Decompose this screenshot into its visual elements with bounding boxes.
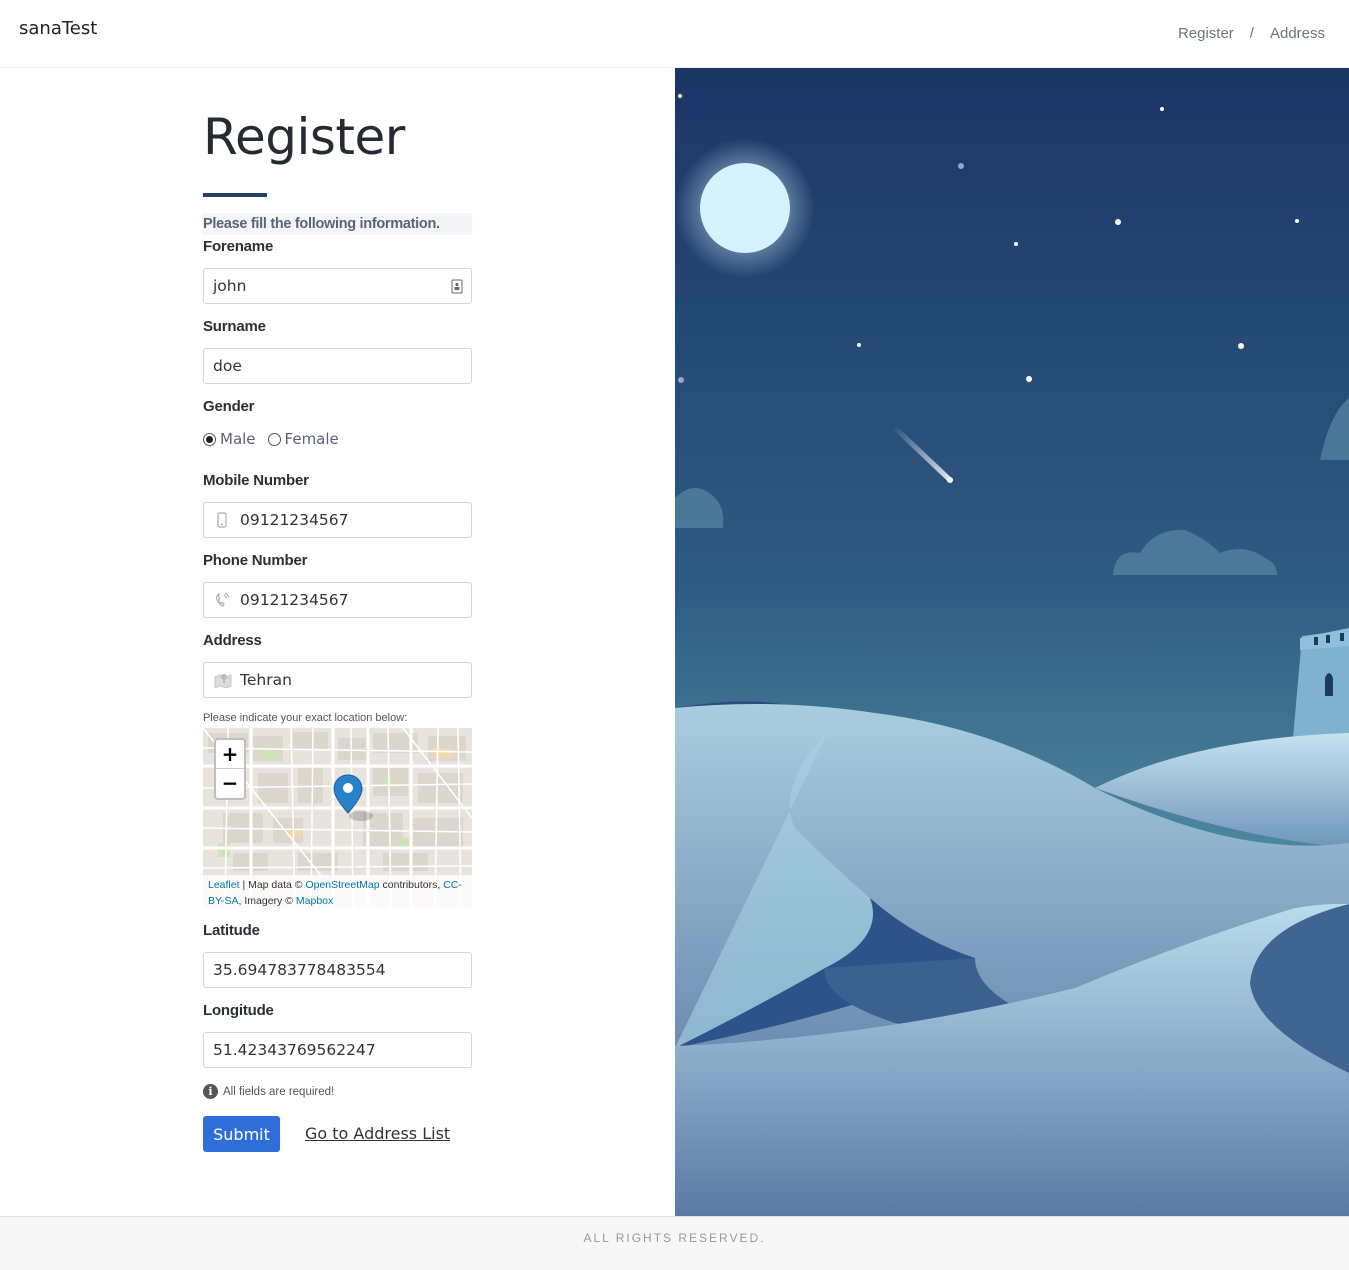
go-to-address-list-link[interactable]: Go to Address List [305, 1124, 450, 1143]
top-navbar: sanaTest Register / Address [0, 0, 1349, 68]
page-title: Register [203, 108, 405, 166]
gender-radio-group: Male Female [203, 430, 351, 448]
phone-icon [216, 592, 229, 607]
footer: ALL RIGHTS RESERVED. [0, 1216, 1349, 1270]
surname-value: doe [213, 357, 242, 375]
longitude-input[interactable]: 51.42343769562247 [203, 1032, 472, 1068]
attrib-imagery: , Imagery © [238, 895, 296, 907]
required-text: All fields are required! [223, 1085, 335, 1098]
brand-logo[interactable]: sanaTest [19, 18, 97, 39]
info-icon: i [203, 1084, 218, 1099]
address-label: Address [203, 632, 262, 649]
osm-link[interactable]: OpenStreetMap [305, 879, 379, 891]
contact-card-icon[interactable] [451, 279, 463, 294]
breadcrumb-address[interactable]: Address [1270, 25, 1325, 42]
forename-label: Forename [203, 238, 274, 255]
phone-label: Phone Number [203, 552, 308, 569]
gender-male-label[interactable]: Male [220, 430, 256, 448]
mapbox-link[interactable]: Mapbox [296, 895, 333, 907]
mobile-input[interactable]: 09121234567 [203, 502, 472, 538]
latitude-label: Latitude [203, 922, 260, 939]
mobile-label: Mobile Number [203, 472, 309, 489]
breadcrumb-separator: / [1249, 25, 1254, 42]
gender-female-label[interactable]: Female [285, 430, 339, 448]
breadcrumb: Register / Address [1178, 25, 1325, 42]
moon-icon [700, 163, 790, 253]
surname-label: Surname [203, 318, 266, 335]
night-desert-illustration [675, 68, 1349, 1216]
mobile-phone-icon [217, 512, 227, 528]
latitude-value: 35.694783778483554 [213, 961, 386, 979]
location-map[interactable]: + − Leaflet | Map data © OpenStreetMap c… [203, 728, 472, 908]
submit-button[interactable]: Submit [203, 1116, 280, 1152]
phone-input[interactable]: 09121234567 [203, 582, 472, 618]
longitude-value: 51.42343769562247 [213, 1041, 376, 1059]
zoom-in-button[interactable]: + [216, 740, 244, 769]
map-attribution: Leaflet | Map data © OpenStreetMap contr… [203, 875, 472, 908]
address-value: Tehran [240, 671, 292, 689]
zoom-out-button[interactable]: − [216, 769, 244, 798]
mobile-value: 09121234567 [240, 511, 349, 529]
illustration-art [675, 68, 1349, 1216]
attrib-contrib: contributors, [379, 879, 444, 891]
forename-value: john [213, 277, 247, 295]
gender-female-radio[interactable] [267, 432, 281, 446]
gender-male-radio[interactable] [203, 432, 216, 446]
surname-input[interactable]: doe [203, 348, 472, 384]
address-input[interactable]: Tehran [203, 662, 472, 698]
location-hint: Please indicate your exact location belo… [203, 712, 408, 724]
forename-input[interactable]: john [203, 268, 472, 304]
required-note: i All fields are required! [203, 1084, 334, 1099]
attrib-sep: | Map data © [239, 879, 306, 891]
latitude-input[interactable]: 35.694783778483554 [203, 952, 472, 988]
breadcrumb-register[interactable]: Register [1178, 25, 1234, 42]
gender-label: Gender [203, 398, 255, 415]
castle-tower-icon [1293, 628, 1349, 738]
map-location-icon [214, 674, 232, 688]
leaflet-link[interactable]: Leaflet [208, 879, 240, 891]
longitude-label: Longitude [203, 1002, 274, 1019]
map-zoom-control: + − [214, 738, 246, 800]
form-intro: Please fill the following information. [203, 213, 472, 235]
title-underline [203, 193, 267, 197]
footer-text: ALL RIGHTS RESERVED. [583, 1231, 766, 1245]
phone-value: 09121234567 [240, 591, 349, 609]
